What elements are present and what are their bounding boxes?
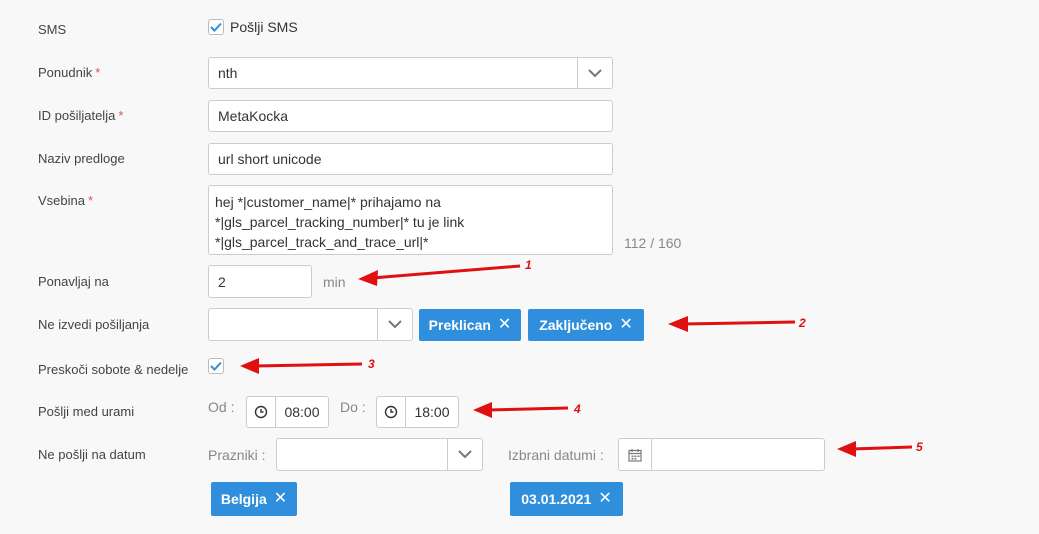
repeat-label: Ponavljaj na (38, 274, 109, 289)
close-icon[interactable]: ✕ (598, 491, 611, 507)
content-textarea[interactable] (208, 185, 613, 255)
no-send-date-label: Ne pošlji na datum (38, 447, 146, 462)
annotation-arrow-4 (487, 406, 569, 412)
status-tag-preklican[interactable]: Preklican ✕ (419, 309, 521, 341)
template-name-label: Naziv predloge (38, 151, 125, 166)
provider-value: nth (218, 65, 238, 81)
repeat-unit: min (323, 274, 346, 290)
arrowhead-1 (358, 270, 378, 286)
check-icon (210, 22, 222, 32)
sms-label: SMS (38, 22, 67, 37)
annotation-number-2: 2 (799, 316, 806, 330)
arrowhead-3 (240, 358, 259, 374)
close-icon[interactable]: ✕ (274, 491, 287, 507)
annotation-number-3: 3 (368, 357, 375, 371)
date-tag-label: 03.01.2021 (521, 491, 592, 507)
status-tag-label: Preklican (428, 317, 491, 333)
clock-icon (247, 397, 276, 427)
arrowhead-2 (668, 316, 688, 332)
repeat-input[interactable]: 2 (208, 265, 312, 298)
close-icon[interactable]: ✕ (619, 317, 632, 333)
repeat-value: 2 (218, 273, 226, 290)
provider-label: Ponudnik * (38, 65, 101, 80)
holiday-tag-label: Belgija (220, 491, 267, 507)
calendar-icon[interactable] (619, 439, 652, 470)
status-tag-zakljuceno[interactable]: Zaključeno ✕ (528, 309, 644, 341)
no-send-status-select[interactable] (208, 308, 413, 341)
send-sms-checkbox[interactable] (208, 19, 224, 35)
clock-icon (377, 397, 406, 427)
holidays-select[interactable] (276, 438, 483, 471)
skip-weekends-label: Preskoči sobote & nedelje (38, 362, 189, 377)
send-sms-checkbox-row[interactable]: Pošlji SMS (208, 19, 298, 35)
to-label: Do : (340, 399, 366, 415)
template-name-input[interactable]: url short unicode (208, 143, 613, 175)
annotation-number-4: 4 (574, 402, 581, 416)
arrowhead-4 (473, 402, 492, 418)
content-label: Vsebina * (38, 193, 94, 208)
to-time-value: 18:00 (414, 404, 450, 420)
annotation-number-5: 5 (916, 440, 923, 454)
sender-id-label: ID pošiljatelja * (38, 108, 124, 123)
annotation-arrow-5 (850, 445, 913, 451)
date-picker-input[interactable] (618, 438, 825, 471)
sender-id-input[interactable]: MetaKocka (208, 100, 613, 132)
provider-select[interactable]: nth (208, 57, 613, 89)
skip-weekends-checkbox[interactable] (208, 358, 224, 374)
from-time-input[interactable]: 08:00 (246, 396, 329, 428)
check-icon (210, 361, 222, 371)
date-tag[interactable]: 03.01.2021 ✕ (510, 482, 623, 516)
holidays-label: Prazniki : (208, 447, 266, 463)
send-between-label: Pošlji med urami (38, 404, 135, 419)
annotation-arrow-2 (682, 320, 796, 326)
annotation-arrow-1 (371, 264, 521, 280)
send-sms-label: Pošlji SMS (230, 19, 298, 35)
to-time-input[interactable]: 18:00 (376, 396, 459, 428)
annotation-number-1: 1 (525, 258, 532, 272)
selected-dates-label: Izbrani datumi : (508, 447, 604, 463)
template-name-value: url short unicode (218, 151, 322, 167)
close-icon[interactable]: ✕ (498, 317, 511, 333)
char-counter: 112 / 160 (624, 235, 682, 251)
no-send-status-label: Ne izvedi pošiljanja (38, 317, 150, 332)
sender-id-value: MetaKocka (218, 108, 289, 124)
chevron-down-icon[interactable] (577, 58, 612, 88)
holiday-tag-belgija[interactable]: Belgija ✕ (211, 482, 297, 516)
chevron-down-icon[interactable] (447, 439, 482, 470)
annotation-arrow-3 (253, 362, 363, 368)
from-label: Od : (208, 399, 235, 415)
from-time-value: 08:00 (284, 404, 320, 420)
chevron-down-icon[interactable] (377, 309, 412, 340)
status-tag-label: Zaključeno (539, 317, 613, 333)
arrowhead-5 (837, 441, 856, 457)
